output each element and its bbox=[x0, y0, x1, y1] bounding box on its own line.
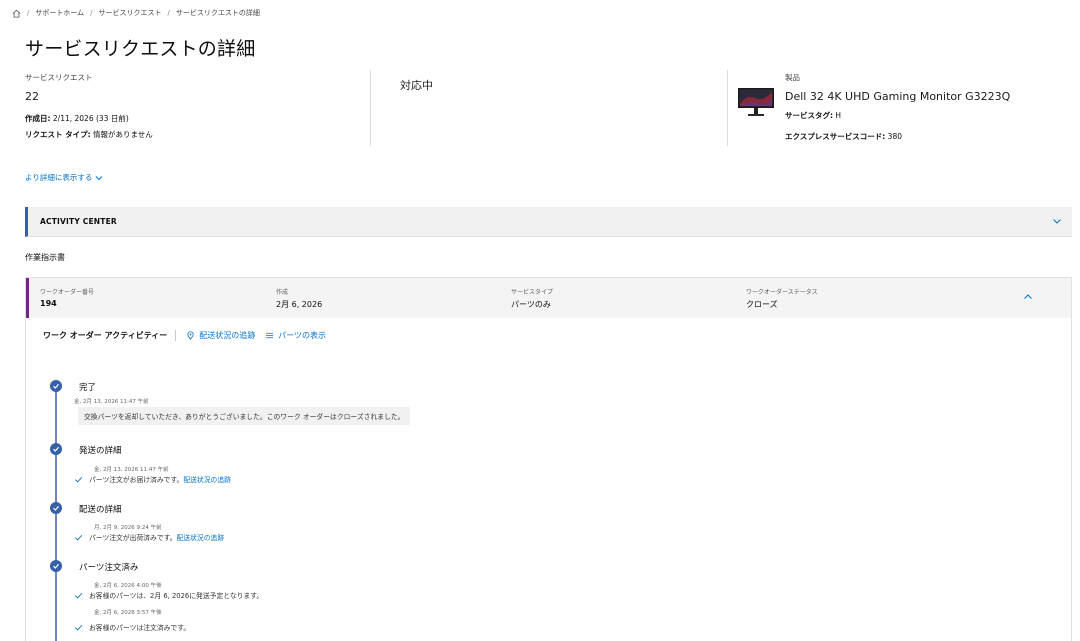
tab-work-order-activity[interactable]: ワーク オーダー アクティビティー bbox=[43, 330, 177, 341]
breadcrumb-item-support-home[interactable]: サポートホーム bbox=[35, 8, 84, 18]
service-request-label: サービスリクエスト bbox=[25, 73, 93, 82]
created-date-row: 作成日: 2/11, 2026 (33 日前) bbox=[25, 113, 129, 124]
page-title: サービスリクエストの詳細 bbox=[25, 38, 256, 60]
work-order-status-header: ワークオーダーステータス bbox=[746, 289, 818, 296]
event-title-delivery-details: 配送の詳細 bbox=[79, 505, 122, 515]
service-tag-value: H bbox=[835, 111, 842, 120]
express-code-label: エクスプレスサービスコード: bbox=[785, 132, 886, 141]
created-date-label: 作成日: bbox=[25, 114, 51, 123]
column-divider bbox=[727, 70, 728, 146]
event-title-parts-ordered: パーツ注文済み bbox=[79, 563, 139, 573]
show-more-details-label: より詳細に表示する bbox=[25, 173, 93, 182]
service-tag-label: サービスタグ: bbox=[785, 111, 833, 120]
timeline-node-parts-ordered bbox=[50, 560, 62, 572]
express-code-row: エクスプレスサービスコード: 380 bbox=[785, 131, 902, 142]
track-shipment-link[interactable]: 配送状況の追跡 bbox=[177, 534, 225, 542]
timeline-node-completed bbox=[50, 380, 62, 392]
show-more-details-link[interactable]: より詳細に表示する bbox=[25, 172, 103, 183]
location-pin-icon bbox=[187, 331, 194, 340]
product-label: 製品 bbox=[785, 73, 800, 82]
event-message-completed-text: 交換パーツを返却していただき、ありがとうございました。このワーク オーダーはクロ… bbox=[84, 413, 405, 421]
product-name: Dell 32 4K UHD Gaming Monitor G3223Q bbox=[785, 90, 1011, 103]
request-type-row: リクエスト タイプ: 情報がありません bbox=[25, 129, 153, 140]
work-order-panel: ワークオーダー番号 194 作成 2月 6, 2026 サービスタイプ パーツの… bbox=[25, 277, 1072, 641]
work-order-status-value: クローズ bbox=[746, 300, 778, 309]
chevron-down-icon bbox=[96, 175, 103, 180]
breadcrumb-separator: / bbox=[90, 9, 93, 17]
checkmark-icon bbox=[53, 446, 59, 452]
event-date-delivery-details: 月, 2月 9, 2026 9:24 午前 bbox=[94, 525, 162, 531]
event-date-completed: 金, 2月 13, 2026 11:47 午前 bbox=[74, 399, 149, 405]
event-message-parts-ordered-2: お客様のパーツは注文済みです。 bbox=[74, 622, 190, 632]
list-icon bbox=[266, 332, 274, 339]
created-date-value: 2/11, 2026 (33 日前) bbox=[52, 114, 129, 123]
checkmark-icon bbox=[75, 592, 83, 598]
work-order-number-col: ワークオーダー番号 194 bbox=[40, 287, 94, 308]
event-message-completed: 交換パーツを返却していただき、ありがとうございました。このワーク オーダーはクロ… bbox=[78, 407, 411, 425]
service-request-number: 22 bbox=[25, 90, 39, 103]
breadcrumb-separator: / bbox=[27, 9, 30, 17]
column-divider bbox=[370, 70, 371, 146]
status-value: 対応中 bbox=[400, 79, 433, 92]
work-order-service-type-value: パーツのみ bbox=[511, 300, 551, 309]
work-order-status-col: ワークオーダーステータス クローズ bbox=[746, 287, 818, 310]
event-message-parts-ordered-2-text: お客様のパーツは注文済みです。 bbox=[89, 624, 191, 632]
checkmark-icon bbox=[53, 563, 59, 569]
event-date-parts-ordered-2: 金, 2月 6, 2026 3:57 午後 bbox=[94, 610, 162, 616]
breadcrumb-separator: / bbox=[167, 9, 170, 17]
home-icon[interactable] bbox=[12, 9, 21, 18]
tab-view-parts-label: パーツの表示 bbox=[278, 331, 327, 340]
tab-track-shipment-label: 配送状況の追跡 bbox=[199, 331, 256, 340]
checkmark-icon bbox=[75, 476, 83, 482]
chevron-up-icon[interactable] bbox=[1023, 292, 1033, 302]
event-title-completed: 完了 bbox=[79, 383, 97, 393]
work-order-tabs: ワーク オーダー アクティビティー 配送状況の追跡 パーツの表示 bbox=[43, 330, 326, 341]
monitor-icon bbox=[738, 88, 774, 116]
checkmark-icon bbox=[75, 624, 83, 630]
work-order-service-type-col: サービスタイプ パーツのみ bbox=[511, 287, 553, 310]
chevron-down-icon[interactable] bbox=[1052, 216, 1062, 226]
work-order-number-value: 194 bbox=[40, 299, 57, 308]
work-order-service-type-header: サービスタイプ bbox=[511, 289, 554, 296]
event-date-shipping-details: 金, 2月 13, 2026 11:47 午前 bbox=[94, 467, 169, 473]
work-orders-heading: 作業指示書 bbox=[25, 253, 65, 262]
tab-track-shipment[interactable]: 配送状況の追跡 bbox=[186, 330, 255, 341]
event-message-delivery-details: パーツ注文が出荷済みです。配送状況の追跡 bbox=[74, 532, 224, 542]
event-message-shipping-details: パーツ注文がお届け済みです。配送状況の追跡 bbox=[74, 474, 231, 484]
work-order-created-col: 作成 2月 6, 2026 bbox=[276, 287, 322, 310]
work-order-created-value: 2月 6, 2026 bbox=[276, 300, 323, 309]
timeline-node-delivery-details bbox=[50, 502, 62, 514]
tab-view-parts[interactable]: パーツの表示 bbox=[265, 330, 326, 341]
service-tag-row: サービスタグ: H bbox=[785, 110, 841, 121]
checkmark-icon bbox=[53, 383, 59, 389]
timeline-node-shipping-details bbox=[50, 443, 62, 455]
event-date-parts-ordered-1: 金, 2月 6, 2026 4:00 午後 bbox=[94, 583, 162, 589]
breadcrumb-item-service-requests[interactable]: サービスリクエスト bbox=[99, 8, 162, 18]
breadcrumb-item-current: サービスリクエストの詳細 bbox=[175, 9, 260, 17]
work-order-header[interactable]: ワークオーダー番号 194 作成 2月 6, 2026 サービスタイプ パーツの… bbox=[26, 278, 1071, 318]
event-title-shipping-details: 発送の詳細 bbox=[79, 446, 122, 456]
event-message-parts-ordered-1: お客様のパーツは、2月 6, 2026に発送予定となります。 bbox=[74, 590, 263, 600]
request-type-value: 情報がありません bbox=[93, 130, 153, 139]
track-shipment-link[interactable]: 配送状況の追跡 bbox=[183, 476, 231, 484]
checkmark-icon bbox=[75, 534, 83, 540]
checkmark-icon bbox=[53, 505, 59, 511]
event-message-delivery-details-text: パーツ注文が出荷済みです。 bbox=[89, 534, 177, 542]
event-message-parts-ordered-1-text: お客様のパーツは、2月 6, 2026に発送予定となります。 bbox=[89, 592, 264, 600]
work-order-number-header: ワークオーダー番号 bbox=[40, 289, 95, 296]
activity-center-title: ACTIVITY CENTER bbox=[40, 217, 117, 226]
work-order-created-header: 作成 bbox=[276, 289, 289, 296]
monitor-image bbox=[737, 86, 775, 118]
request-type-label: リクエスト タイプ: bbox=[25, 130, 91, 139]
activity-center-bar[interactable]: ACTIVITY CENTER bbox=[25, 207, 1072, 237]
express-code-value: 380 bbox=[887, 132, 902, 141]
breadcrumb: / サポートホーム / サービスリクエスト / サービスリクエストの詳細 bbox=[12, 8, 260, 18]
event-message-shipping-details-text: パーツ注文がお届け済みです。 bbox=[89, 476, 184, 484]
